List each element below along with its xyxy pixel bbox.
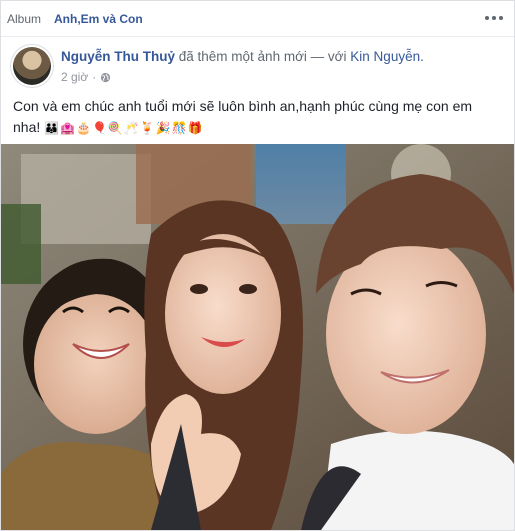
post-message: Con và em chúc anh tuổi mới sẽ luôn bình… (13, 96, 503, 139)
feed-post-card: Album Anh,Em và Con Nguyễn Thu Thuỷ đã t… (0, 0, 515, 531)
post-header: Nguyễn Thu Thuỷ đã thêm một ảnh mới — vớ… (61, 49, 424, 64)
album-header: Album Anh,Em và Con (1, 1, 514, 37)
tagged-user-link[interactable]: Kin Nguyễn. (350, 49, 424, 64)
photo-image (1, 144, 514, 530)
post-photo[interactable] (1, 144, 514, 530)
post-action-text: đã thêm một ảnh mới — với (178, 49, 347, 64)
post-meta: 2 giờ · (61, 70, 111, 84)
author-name-link[interactable]: Nguyễn Thu Thuỷ (61, 49, 175, 64)
avatar[interactable] (13, 47, 51, 85)
post-timestamp[interactable]: 2 giờ (61, 70, 88, 84)
album-prefix: Album (7, 12, 42, 26)
post-emojis: 👪🏩🎂🎈🍭🥂🍹🎉🎊🎁 (44, 121, 204, 135)
globe-icon[interactable] (100, 72, 111, 83)
more-options-icon[interactable] (484, 11, 504, 25)
album-name-link[interactable]: Anh,Em và Con (54, 12, 143, 26)
